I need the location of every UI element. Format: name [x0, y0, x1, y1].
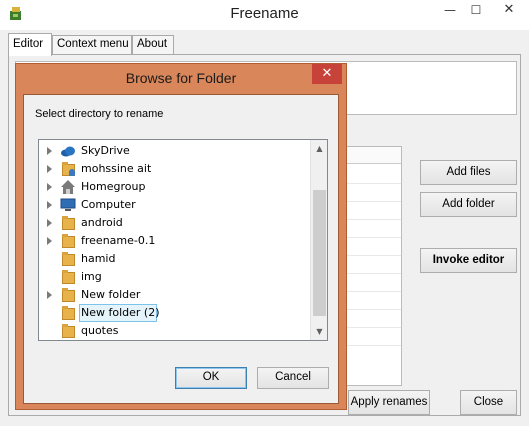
folder-icon [60, 215, 76, 231]
tree-item-hamid[interactable]: hamid [39, 250, 309, 268]
dialog-title: Browse for Folder [125, 70, 237, 86]
list-divider [341, 345, 401, 346]
scroll-up-icon[interactable]: ▲ [311, 140, 327, 157]
tree-item-label: New folder (2) [81, 306, 160, 319]
user-folder-icon [60, 161, 76, 177]
tree-item-img[interactable]: img [39, 268, 309, 286]
computer-icon [60, 198, 76, 211]
invoke-editor-button[interactable]: Invoke editor [420, 248, 517, 273]
scroll-thumb[interactable] [313, 190, 326, 316]
tree-item-new-folder[interactable]: New folder [39, 286, 309, 304]
tree-item-quotes[interactable]: quotes [39, 322, 309, 340]
tree-item-label: freename-0.1 [81, 234, 156, 247]
apply-renames-button[interactable]: Apply renames [348, 390, 430, 415]
tree-item-label: img [81, 270, 102, 283]
list-divider [341, 327, 401, 328]
folder-icon [60, 251, 76, 267]
close-window-button[interactable]: ✕ [489, 0, 529, 21]
browse-folder-dialog: Browse for Folder ✕ Select directory to … [15, 63, 347, 410]
title-bar: Freename — ☐ ✕ [0, 0, 529, 30]
tree-item-label: hamid [81, 252, 116, 265]
list-divider [341, 255, 401, 256]
tree-item-user[interactable]: mohssine ait [39, 160, 309, 178]
tree-item-label: SkyDrive [81, 144, 130, 157]
tab-context-menu[interactable]: Context menu [52, 35, 132, 55]
expand-arrow-icon[interactable] [47, 147, 52, 155]
tree-item-label: New folder [81, 288, 141, 301]
minimize-button[interactable]: — [437, 0, 463, 21]
cloud-icon [61, 146, 75, 157]
tab-about[interactable]: About [132, 35, 174, 55]
expand-arrow-icon[interactable] [47, 291, 52, 299]
tab-editor[interactable]: Editor [8, 33, 52, 56]
folder-icon [60, 269, 76, 285]
tree-item-label: Homegroup [81, 180, 146, 193]
expand-arrow-icon[interactable] [47, 165, 52, 173]
dialog-close-button[interactable]: ✕ [312, 64, 342, 84]
folder-icon [60, 287, 76, 303]
list-divider [341, 219, 401, 220]
tree-item-android[interactable]: android [39, 214, 309, 232]
scroll-down-icon[interactable]: ▼ [311, 323, 327, 340]
folder-icon [60, 323, 76, 339]
expand-arrow-icon[interactable] [47, 201, 52, 209]
list-divider [341, 201, 401, 202]
list-divider [341, 237, 401, 238]
expand-arrow-icon[interactable] [47, 237, 52, 245]
tree-item-homegroup[interactable]: Homegroup [39, 178, 309, 196]
folder-icon [60, 233, 76, 249]
close-button[interactable]: Close [460, 390, 517, 415]
tree-scrollbar[interactable]: ▲ ▼ [310, 140, 327, 340]
tree-item-label: android [81, 216, 123, 229]
file-list[interactable] [340, 146, 402, 386]
homegroup-icon [61, 180, 75, 194]
tree-item-computer[interactable]: Computer [39, 196, 309, 214]
tree-item-label: mohssine ait [81, 162, 152, 175]
tree-item-label: Computer [81, 198, 136, 211]
maximize-button[interactable]: ☐ [463, 0, 489, 21]
ok-button[interactable]: OK [175, 367, 247, 389]
dialog-body: Select directory to rename SkyDrive mohs… [23, 94, 339, 404]
tree-item-skydrive[interactable]: SkyDrive [39, 142, 309, 160]
file-list-header[interactable] [341, 147, 401, 164]
expand-arrow-icon[interactable] [47, 219, 52, 227]
tree-item-freename[interactable]: freename-0.1 [39, 232, 309, 250]
list-divider [341, 291, 401, 292]
add-folder-button[interactable]: Add folder [420, 192, 517, 217]
list-divider [341, 273, 401, 274]
tree-item-label: quotes [81, 324, 119, 337]
dialog-prompt: Select directory to rename [35, 108, 164, 120]
expand-arrow-icon[interactable] [47, 183, 52, 191]
tree-item-new-folder-2[interactable]: New folder (2) [39, 304, 309, 322]
add-files-button[interactable]: Add files [420, 160, 517, 185]
list-divider [341, 309, 401, 310]
folder-tree[interactable]: SkyDrive mohssine ait Homegroup Computer… [38, 139, 328, 341]
cancel-button[interactable]: Cancel [257, 367, 329, 389]
folder-icon [60, 305, 76, 321]
list-divider [341, 183, 401, 184]
